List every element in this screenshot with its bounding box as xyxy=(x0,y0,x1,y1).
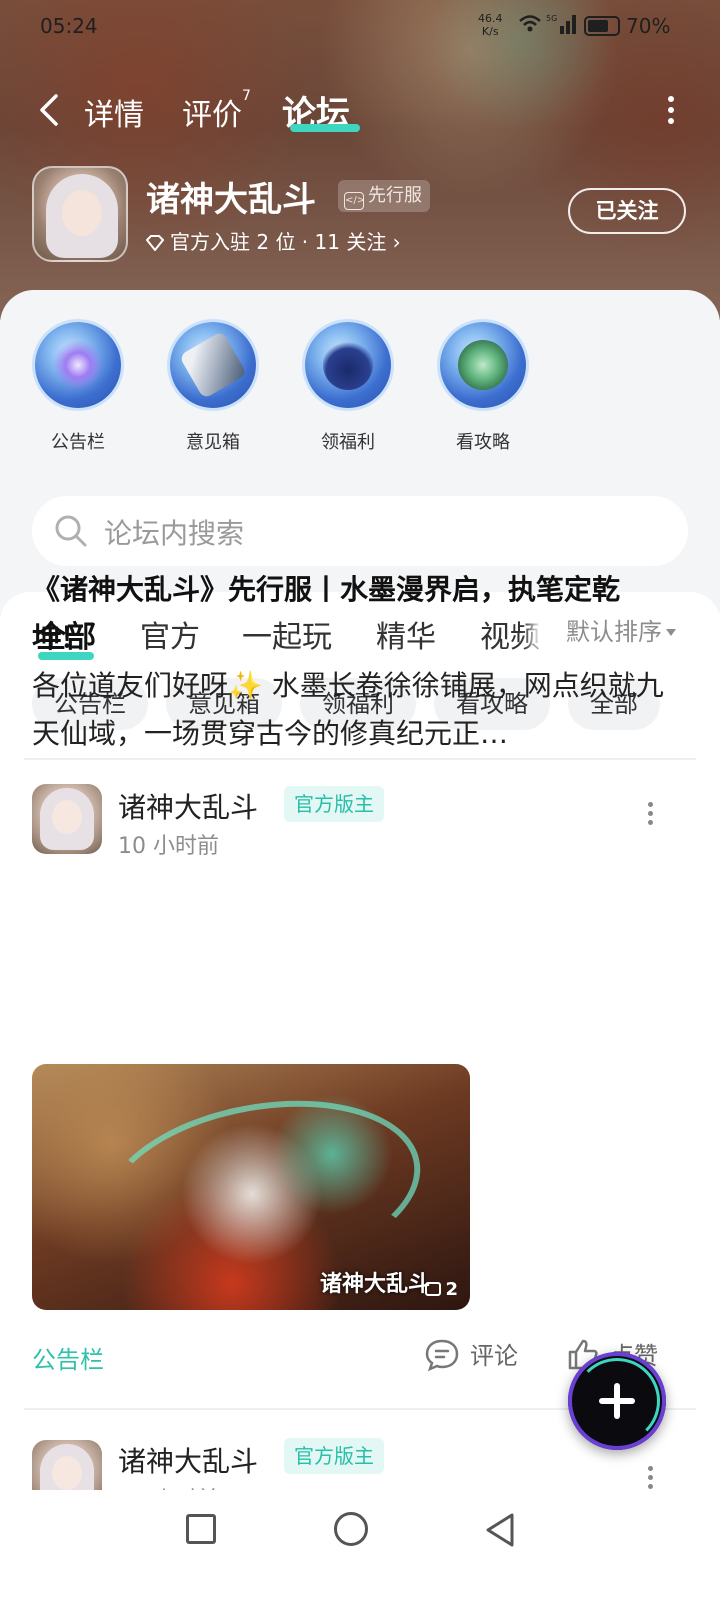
status-time: 05:24 xyxy=(40,14,98,38)
plus-icon-stroke xyxy=(614,1383,620,1419)
top-navigation: 详情 评价7 论坛 xyxy=(0,80,720,140)
game-header-banner: 05:24 46.4 K/s 5G 70% 详情 评价7 论坛 诸神大乱斗 </… xyxy=(0,0,720,320)
post-title[interactable]: 《诸神大乱斗》先行服丨水墨漫界启，执笔定乾坤！ xyxy=(32,566,672,662)
cell-signal-icon: 5G xyxy=(546,14,576,34)
comment-label: 评论 xyxy=(470,1342,518,1370)
shortcut-guides[interactable]: 看攻略 xyxy=(433,322,533,454)
post-category-tag[interactable]: 公告栏 xyxy=(32,1340,104,1375)
system-navigation-bar xyxy=(0,1490,720,1612)
status-bar: 05:24 46.4 K/s 5G 70% xyxy=(0,0,720,56)
image-watermark: 诸神大乱斗 xyxy=(319,1271,430,1297)
search-icon xyxy=(55,515,87,547)
system-back-icon[interactable] xyxy=(484,1512,516,1548)
recent-apps-icon[interactable] xyxy=(186,1514,216,1544)
tab-reviews-label: 评价 xyxy=(182,98,242,133)
divider xyxy=(24,758,696,760)
battery-icon xyxy=(584,16,620,36)
game-name: 诸神大乱斗 xyxy=(146,180,316,220)
wifi-icon xyxy=(519,15,541,32)
battery-percent: 70% xyxy=(626,14,671,38)
official-stats-text: 官方入驻 2 位 · 11 关注 xyxy=(170,230,387,254)
jade-artifact-icon xyxy=(440,322,526,408)
game-avatar[interactable] xyxy=(32,166,128,262)
post-image[interactable]: 诸神大乱斗 2 xyxy=(32,1064,470,1310)
image-count: 2 xyxy=(445,1279,458,1300)
shortcut-label: 看攻略 xyxy=(456,432,510,453)
post-timestamp: 10 小时前 xyxy=(118,834,219,859)
code-icon: </> xyxy=(344,192,365,210)
forum-search-input[interactable]: 论坛内搜索 xyxy=(32,496,688,566)
comment-icon xyxy=(425,1339,459,1372)
moderator-badge: 官方版主 xyxy=(284,786,384,822)
more-options-icon[interactable] xyxy=(668,96,676,126)
post-excerpt[interactable]: 各位道友们好呀✨ 水墨长卷徐徐铺展，网点织就九天仙域，一场贯穿古今的修真纪元正… xyxy=(32,662,672,758)
network-speed-value: 46.4 xyxy=(478,12,503,25)
reviews-count: 7 xyxy=(242,88,251,104)
tab-details[interactable]: 详情 xyxy=(84,90,144,134)
game-info: 诸神大乱斗 </> 先行服 官方入驻 2 位 · 11 关注 › 已关注 xyxy=(0,166,720,266)
post-author-avatar[interactable] xyxy=(32,784,102,854)
official-stats-link[interactable]: 官方入驻 2 位 · 11 关注 › xyxy=(146,226,401,255)
post-author-name[interactable]: 诸神大乱斗 xyxy=(118,1440,258,1480)
search-placeholder: 论坛内搜索 xyxy=(104,517,245,550)
shortcut-label: 公告栏 xyxy=(51,432,105,453)
galaxy-icon xyxy=(35,322,121,408)
network-speed: 46.4 K/s xyxy=(478,12,503,38)
shortcut-label: 意见箱 xyxy=(186,432,240,453)
bow-icon xyxy=(305,322,391,408)
post-author-name[interactable]: 诸神大乱斗 xyxy=(118,786,258,826)
image-count-badge: 2 xyxy=(425,1279,458,1300)
tab-reviews[interactable]: 评价7 xyxy=(182,88,251,134)
scroll-icon xyxy=(170,322,256,408)
diamond-icon xyxy=(146,235,164,251)
post-more-icon[interactable] xyxy=(648,802,654,826)
create-post-button[interactable] xyxy=(568,1352,666,1450)
moderator-badge: 官方版主 xyxy=(284,1438,384,1474)
server-badge: </> 先行服 xyxy=(338,180,430,212)
shortcut-feedback[interactable]: 意见箱 xyxy=(163,322,263,454)
battery-level-fill xyxy=(588,20,608,32)
network-speed-unit: K/s xyxy=(481,25,499,38)
comment-button[interactable]: 评论 xyxy=(424,1336,518,1372)
shortcut-rewards[interactable]: 领福利 xyxy=(298,322,398,454)
back-arrow-icon[interactable] xyxy=(32,90,68,130)
server-badge-label: 先行服 xyxy=(368,185,422,206)
svg-text:5G: 5G xyxy=(546,14,557,23)
chevron-right-icon: › xyxy=(386,230,401,254)
image-icon xyxy=(425,1282,442,1296)
active-tab-indicator xyxy=(290,124,360,132)
follow-button[interactable]: 已关注 xyxy=(568,188,686,234)
shortcut-label: 领福利 xyxy=(321,432,375,453)
post-more-icon[interactable] xyxy=(648,1466,654,1490)
home-icon[interactable] xyxy=(334,1512,368,1546)
shortcut-announcements[interactable]: 公告栏 xyxy=(28,322,128,454)
